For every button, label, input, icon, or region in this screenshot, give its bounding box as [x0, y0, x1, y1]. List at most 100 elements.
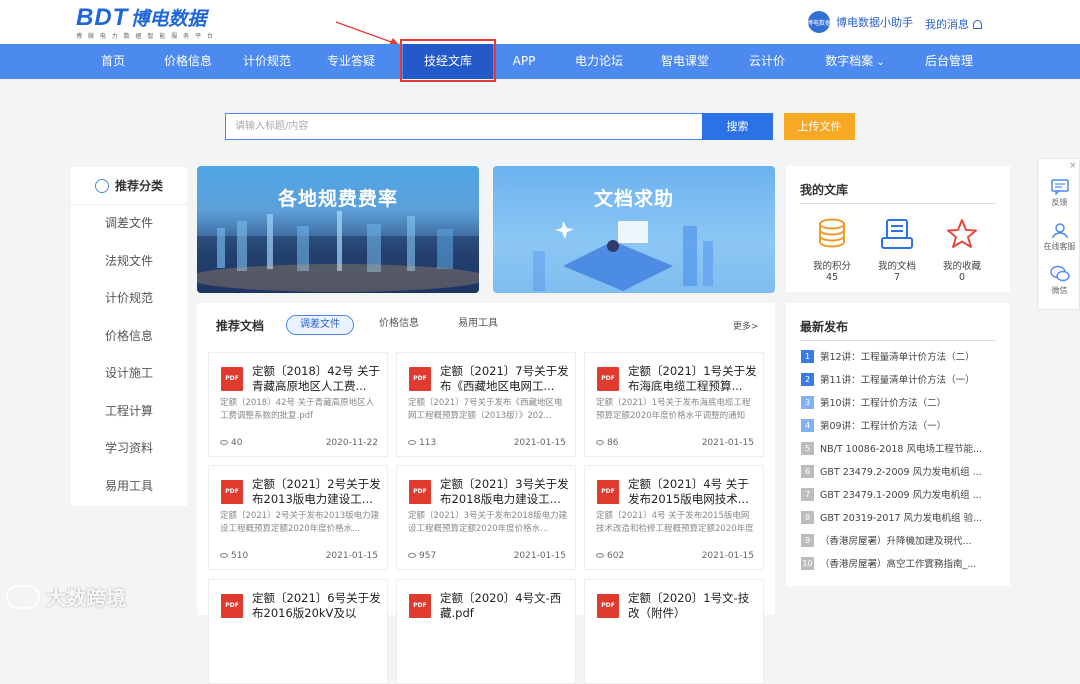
- nav-item-cloud-pricing[interactable]: 云计价: [736, 44, 798, 79]
- search-button[interactable]: 搜索: [702, 113, 773, 140]
- latest-list-item[interactable]: 3 第10讲：工程计价方法（二）: [801, 395, 1001, 409]
- document-card[interactable]: PDF 定额〔2018〕42号 关于青藏高原地区人工费... 定额〔2018〕42号…: [208, 352, 388, 457]
- latest-list-item[interactable]: 7 GBT 23479.1-2009 风力发电机组 ...: [801, 487, 1001, 501]
- nav-item-admin[interactable]: 后台管理: [916, 44, 982, 79]
- banner-left-title: 各地规费费率: [277, 188, 398, 210]
- stat-documents-label: 我的文档: [877, 261, 916, 272]
- document-card[interactable]: PDF 定额〔2020〕1号文-技改（附件）: [584, 579, 764, 684]
- stat-points-value: 45: [825, 272, 839, 283]
- document-date: 2021-01-15: [325, 551, 378, 561]
- online-service-button[interactable]: 在线客服: [1038, 223, 1080, 252]
- document-date: 2020-11-22: [325, 438, 378, 448]
- nav-item-label: 智电课堂: [660, 54, 709, 68]
- nav-item-label: 价格信息: [163, 54, 212, 68]
- view-count-value: 510: [231, 551, 249, 561]
- tab-recommended[interactable]: 调差文件: [286, 315, 354, 335]
- assistant-link[interactable]: 博电数据 博电数据小助手: [808, 11, 913, 33]
- category-item[interactable]: 法规文件: [71, 243, 187, 281]
- latest-list-item[interactable]: 2 第11讲：工程量清单计价方法（一）: [801, 372, 1001, 386]
- feedback-label: 反馈: [1051, 198, 1068, 207]
- view-count: 602: [596, 551, 624, 561]
- latest-list-item[interactable]: 5 NB/T 10086-2018 风电场工程节能...: [801, 441, 1001, 455]
- latest-item-title: GBT 23479.2-2009 风力发电机组 ...: [820, 467, 982, 478]
- eye-icon: [220, 440, 228, 445]
- document-title[interactable]: 定额〔2021〕1号关于发布海底电缆工程预算...: [628, 364, 758, 394]
- document-card[interactable]: PDF 定额〔2021〕1号关于发布海底电缆工程预算... 定额〔2021〕1号关于…: [584, 352, 764, 457]
- latest-list-item[interactable]: 1 第12讲：工程量清单计价方法（二）: [801, 349, 1001, 363]
- document-meta: 510 2021-01-15: [220, 551, 378, 561]
- category-item[interactable]: 价格信息: [71, 318, 187, 356]
- logo-subtitle: 博 微 电 力 数 据 智 能 服 务 平 台: [76, 33, 215, 40]
- document-card[interactable]: PDF 定额〔2021〕7号关于发布《西藏地区电网工... 定额〔2021〕7号关于…: [396, 352, 576, 457]
- latest-list-item[interactable]: 8 GBT 20319-2017 风力发电机组 验...: [801, 510, 1001, 524]
- nav-item-digital-archive[interactable]: 数字档案 ⌄: [815, 44, 895, 79]
- document-title[interactable]: 定额〔2020〕1号文-技改（附件）: [628, 591, 758, 621]
- wechat-button[interactable]: 微信: [1038, 265, 1080, 296]
- tab-recommended[interactable]: 易用工具: [446, 315, 510, 335]
- nav-item-classroom[interactable]: 智电课堂: [647, 44, 723, 79]
- stat-points-label: 我的积分: [812, 261, 851, 272]
- stat-documents-value: 7: [893, 272, 901, 283]
- latest-list-item[interactable]: 9 （香港房屋署）升降機加建及現代...: [801, 533, 1001, 547]
- document-title[interactable]: 定额〔2021〕7号关于发布《西藏地区电网工...: [440, 364, 570, 394]
- pdf-file-icon: PDF: [221, 367, 243, 391]
- document-card[interactable]: PDF 定额〔2021〕2号关于发布2013版电力建设工... 定额〔2021〕2号…: [208, 465, 388, 570]
- feedback-button[interactable]: 反馈: [1038, 179, 1080, 208]
- document-card[interactable]: PDF 定额〔2021〕4号 关于发布2015版电网技术... 定额〔2021〕4号…: [584, 465, 764, 570]
- annotation-highlight-box: [400, 39, 496, 82]
- document-description: 定额〔2021〕2号关于发布2013版电力建设工程概预算定额2020年度价格水.…: [220, 511, 380, 534]
- my-messages-link[interactable]: 我的消息: [925, 16, 982, 32]
- category-item[interactable]: 设计施工: [71, 355, 187, 393]
- document-title[interactable]: 定额〔2021〕3号关于发布2018版电力建设工...: [440, 477, 570, 507]
- latest-item-title: GBT 20319-2017 风力发电机组 验...: [820, 513, 983, 524]
- pdf-file-icon: PDF: [221, 594, 243, 618]
- more-link[interactable]: 更多>: [733, 319, 759, 332]
- site-logo[interactable]: BDT 博电数据 博 微 电 力 数 据 智 能 服 务 平 台: [76, 6, 215, 41]
- nav-item-price-info[interactable]: 价格信息: [152, 44, 224, 79]
- search-input[interactable]: 请输入标题/内容: [225, 113, 702, 140]
- document-card[interactable]: PDF 定额〔2021〕3号关于发布2018版电力建设工... 定额〔2021〕3号…: [396, 465, 576, 570]
- category-item[interactable]: 调差文件: [71, 205, 187, 243]
- latest-item-title: 第10讲：工程计价方法（二）: [820, 398, 947, 409]
- rank-badge: 6: [801, 464, 814, 478]
- latest-list-item[interactable]: 4 第09讲：工程计价方法（一）: [801, 418, 1001, 432]
- nav-item-label: 后台管理: [924, 54, 973, 68]
- tab-recommended[interactable]: 价格信息: [367, 315, 431, 335]
- banner-regional-fees[interactable]: 各地规费费率: [197, 166, 479, 293]
- nav-item-home[interactable]: 首页: [82, 44, 144, 79]
- pdf-file-icon: PDF: [597, 480, 619, 504]
- nav-item-qa[interactable]: 专业答疑: [316, 44, 386, 79]
- document-title[interactable]: 定额〔2018〕42号 关于青藏高原地区人工费...: [252, 364, 382, 394]
- category-item[interactable]: 易用工具: [71, 468, 187, 506]
- category-item[interactable]: 工程计算: [71, 393, 187, 431]
- document-card[interactable]: PDF 定额〔2021〕6号关于发布2016版20kV及以: [208, 579, 388, 684]
- logo-cn-text: 博电数据: [130, 8, 207, 30]
- stat-documents[interactable]: 我的文档 7: [865, 218, 929, 283]
- eye-icon: [596, 440, 604, 445]
- document-title[interactable]: 定额〔2021〕4号 关于发布2015版电网技术...: [628, 477, 758, 507]
- upload-file-button[interactable]: 上传文件: [784, 113, 855, 140]
- document-title[interactable]: 定额〔2021〕2号关于发布2013版电力建设工...: [252, 477, 382, 507]
- document-title[interactable]: 定额〔2021〕6号关于发布2016版20kV及以: [252, 591, 382, 621]
- latest-item-title: GBT 23479.1-2009 风力发电机组 ...: [820, 490, 982, 501]
- document-title[interactable]: 定额〔2020〕4号文-西藏.pdf: [440, 591, 570, 621]
- banner-document-help[interactable]: 文档求助: [493, 166, 775, 293]
- stat-points[interactable]: 我的积分 45: [800, 218, 864, 283]
- document-card[interactable]: PDF 定额〔2020〕4号文-西藏.pdf: [396, 579, 576, 684]
- stat-favorites[interactable]: 我的收藏 0: [930, 218, 994, 283]
- view-count-value: 86: [607, 438, 619, 448]
- stat-favorites-label: 我的收藏: [942, 261, 981, 272]
- customer-service-icon: [1051, 223, 1068, 239]
- document-meta: 113 2021-01-15: [408, 438, 566, 448]
- eye-icon: [408, 440, 416, 445]
- main-nav: 首页 价格信息 计价规范 专业答疑 技经文库 APP 电力论坛 智电课堂 云计价 数字档案 ⌄ 后台…: [0, 44, 1080, 79]
- nav-item-pricing-standards[interactable]: 计价规范: [232, 44, 302, 79]
- assistant-label: 博电数据小助手: [836, 16, 913, 29]
- latest-list-item[interactable]: 6 GBT 23479.2-2009 风力发电机组 ...: [801, 464, 1001, 478]
- category-item[interactable]: 计价规范: [71, 280, 187, 318]
- nav-item-forum[interactable]: 电力论坛: [563, 44, 635, 79]
- category-item[interactable]: 学习资料: [71, 430, 187, 468]
- latest-list-item[interactable]: 10 （香港房屋署）高空工作實務指南_...: [801, 556, 1001, 570]
- nav-item-app[interactable]: APP: [500, 44, 548, 79]
- close-icon[interactable]: ×: [1069, 161, 1077, 171]
